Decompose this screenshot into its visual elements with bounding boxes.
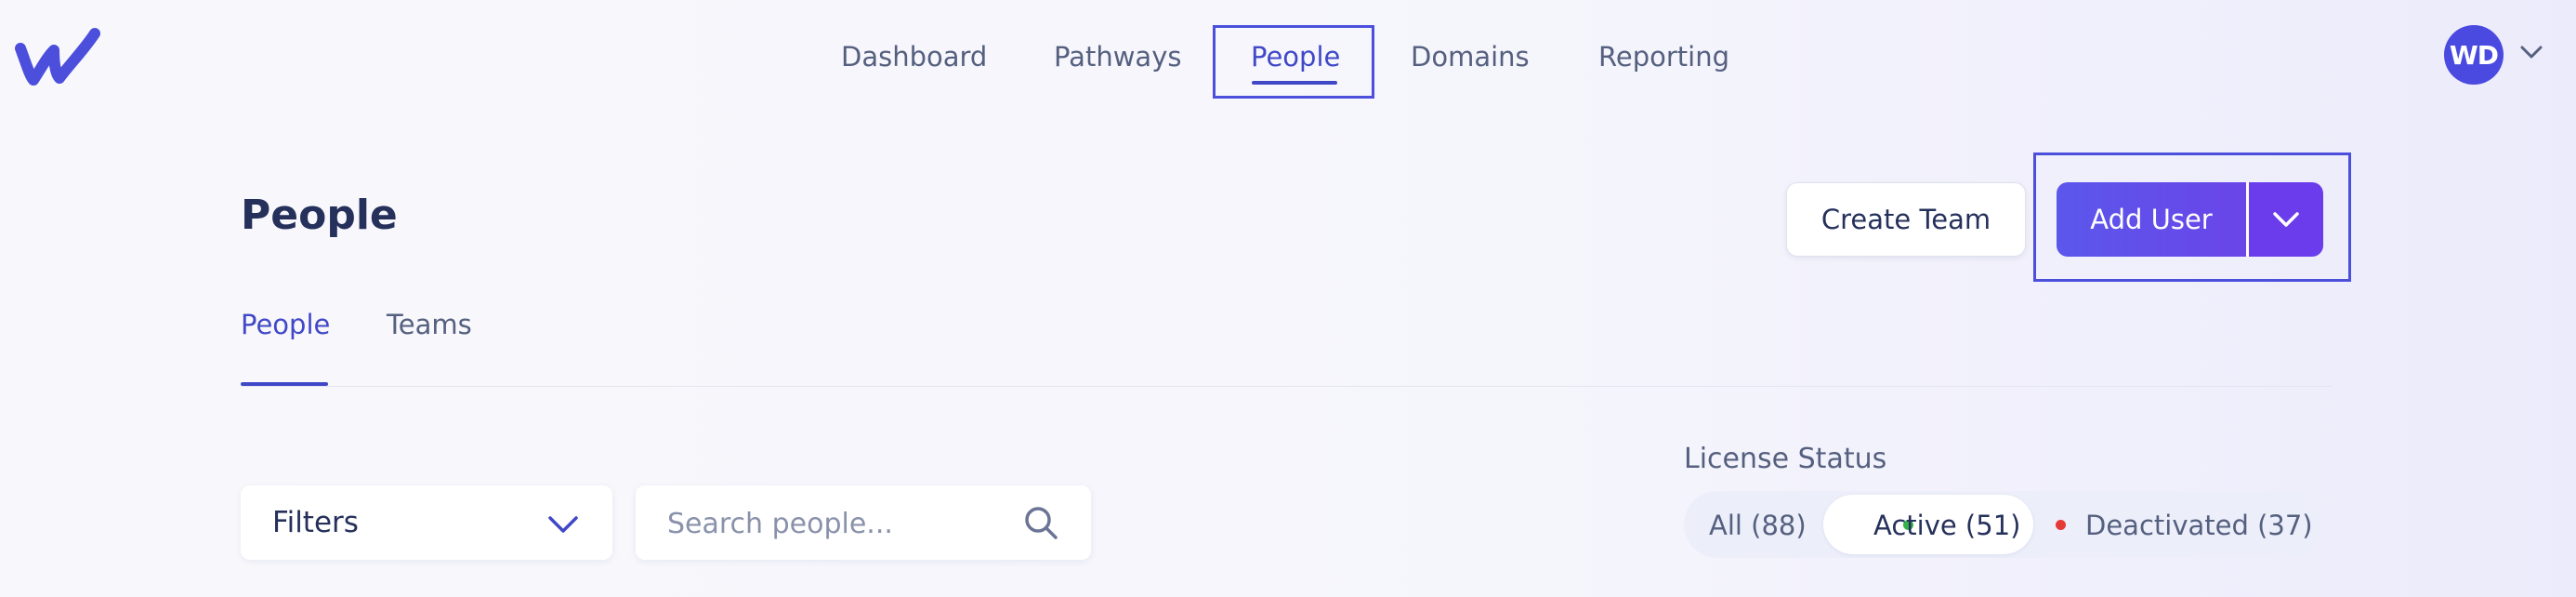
page-title: People	[241, 192, 398, 239]
license-option-all[interactable]: All (88)	[1709, 510, 1807, 541]
filters-label: Filters	[272, 506, 359, 539]
chevron-down-icon[interactable]	[2520, 45, 2543, 60]
filters-dropdown[interactable]: Filters	[241, 485, 612, 560]
nav-reporting[interactable]: Reporting	[1598, 41, 1729, 73]
avatar[interactable]: WD	[2444, 25, 2504, 85]
license-status-segmented-control: All (88) Active (51) Deactivated (37)	[1684, 491, 2321, 558]
add-user-highlight	[2033, 153, 2351, 282]
license-option-active-label: Active (51)	[1873, 510, 2021, 541]
app-logo[interactable]	[13, 22, 102, 87]
tab-divider	[241, 386, 2332, 387]
license-status-label: License Status	[1684, 443, 1887, 475]
nav-people-highlight	[1213, 25, 1374, 99]
tab-teams[interactable]: Teams	[387, 309, 472, 340]
license-option-deactivated[interactable]: Deactivated (37)	[2085, 510, 2313, 541]
nav-domains[interactable]: Domains	[1411, 41, 1530, 73]
search-input[interactable]	[665, 502, 1004, 545]
status-dot-deactivated	[2056, 520, 2066, 530]
search-icon[interactable]	[1022, 504, 1059, 541]
search-box	[636, 485, 1091, 560]
tab-people[interactable]: People	[241, 309, 330, 340]
nav-pathways[interactable]: Pathways	[1054, 41, 1181, 73]
create-team-button[interactable]: Create Team	[1786, 182, 2026, 257]
chevron-down-icon	[548, 516, 578, 533]
nav-dashboard[interactable]: Dashboard	[841, 41, 987, 73]
